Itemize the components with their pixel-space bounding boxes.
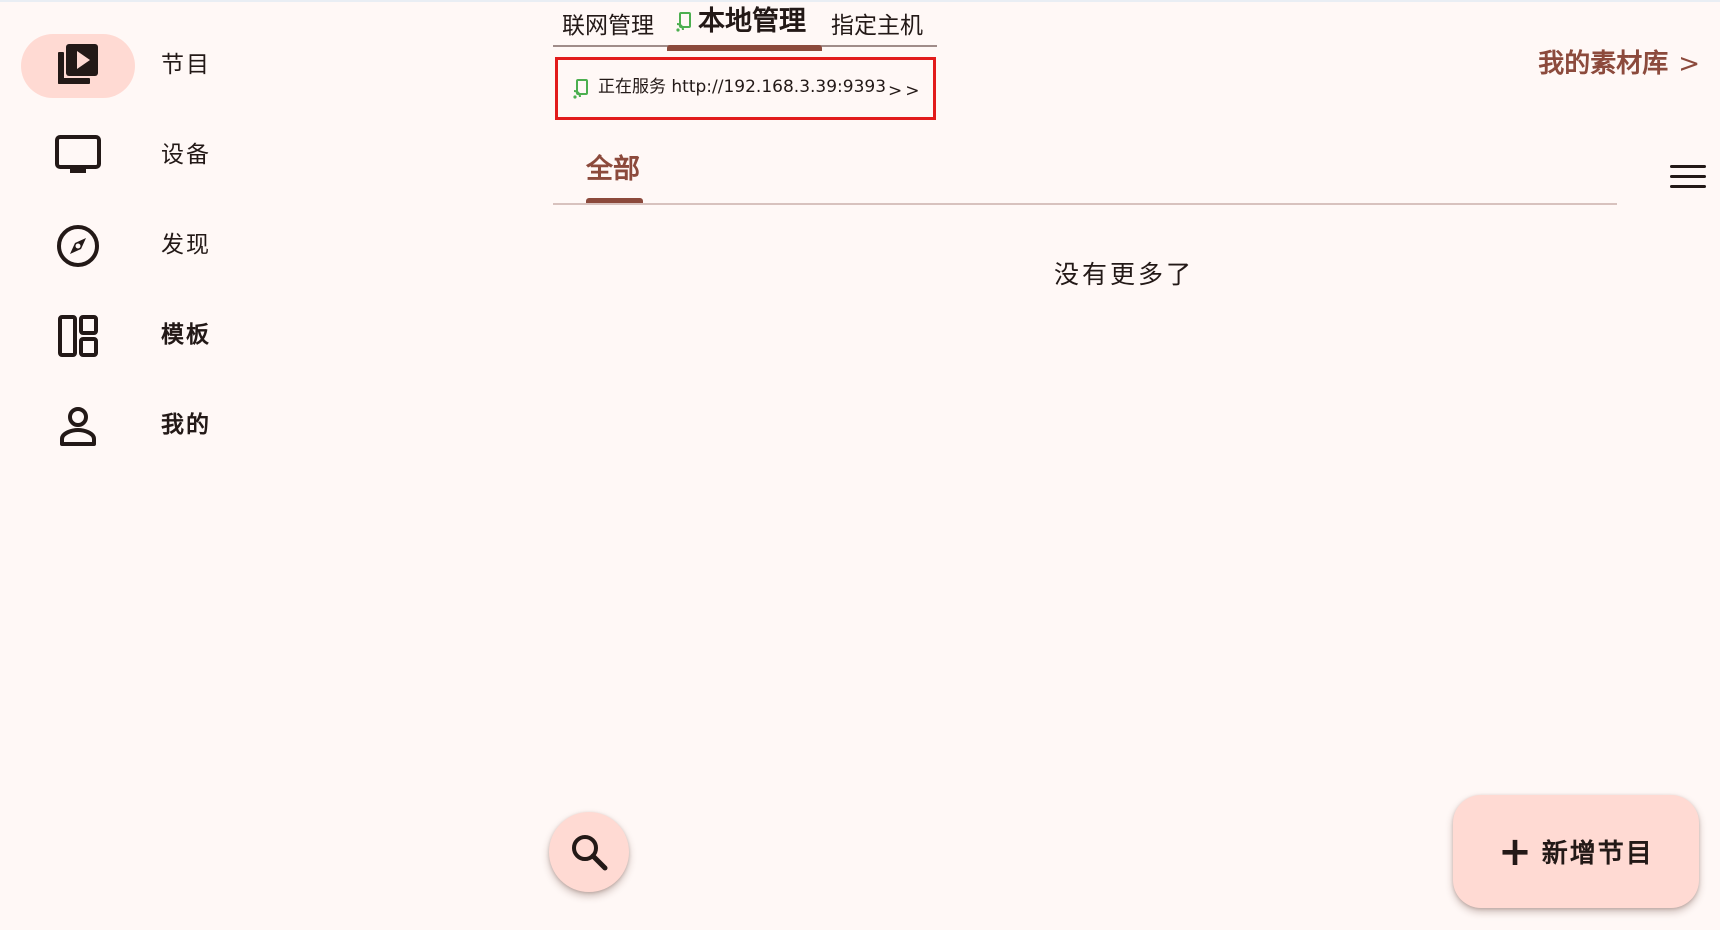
my-library-label: 我的素材库 — [1538, 49, 1669, 79]
add-program-button[interactable]: + 新增节目 — [1453, 795, 1699, 908]
nav-item-templates[interactable]: 模板 — [0, 302, 300, 372]
add-program-label: 新增节目 — [1541, 839, 1654, 869]
nav-label-discover: 发现 — [161, 232, 211, 258]
category-tab-all[interactable]: 全部 — [586, 152, 640, 188]
cast-icon — [573, 79, 588, 99]
nav-icon-holder — [21, 304, 135, 368]
dashboard-layout-icon — [58, 315, 98, 357]
top-tab-indicator — [667, 45, 822, 51]
nav-icon-holder — [21, 394, 135, 458]
plus-icon: + — [1498, 828, 1532, 875]
nav-label-templates: 模板 — [161, 322, 211, 348]
nav-icon-holder — [21, 214, 135, 278]
chevron-right-icon: > — [1678, 49, 1700, 79]
person-icon — [60, 407, 96, 446]
nav-icon-holder — [21, 124, 135, 188]
compass-icon — [57, 225, 99, 267]
service-url: http://192.168.3.39:9393 — [671, 77, 887, 97]
service-status-label: 正在服务 — [598, 77, 666, 97]
cast-icon — [676, 12, 691, 32]
nav-item-devices[interactable]: 设备 — [0, 122, 300, 192]
monitor-icon — [55, 135, 101, 173]
nav-label-mine: 我的 — [161, 412, 211, 438]
video-library-icon — [58, 44, 98, 84]
my-library-link[interactable]: 我的素材库 > — [1538, 46, 1700, 82]
app-window: 节目 设备 发现 模板 我的 联网管理 本地管理 指定主机 正在服务 http:… — [0, 0, 1720, 930]
tab-local-management[interactable]: 本地管理 — [676, 5, 806, 39]
tab-specified-host[interactable]: 指定主机 — [831, 9, 923, 43]
menu-icon[interactable] — [1668, 159, 1708, 195]
nav-indicator — [21, 34, 135, 98]
nav-item-mine[interactable]: 我的 — [0, 392, 300, 462]
category-tabs-divider — [553, 203, 1617, 205]
nav-item-discover[interactable]: 发现 — [0, 212, 300, 282]
empty-state-text: 没有更多了 — [1054, 260, 1195, 289]
service-status-text: 正在服务 http://192.168.3.39:9393 — [598, 76, 886, 98]
tab-online-management[interactable]: 联网管理 — [562, 9, 654, 43]
service-status-banner[interactable]: 正在服务 http://192.168.3.39:9393 >> — [555, 57, 936, 120]
service-more-arrow[interactable]: >> — [888, 80, 923, 102]
search-fab[interactable] — [549, 812, 629, 892]
nav-label-devices: 设备 — [161, 142, 211, 168]
nav-label-programs: 节目 — [161, 52, 211, 78]
tab-local-management-label: 本地管理 — [698, 6, 806, 37]
search-icon — [572, 835, 608, 871]
nav-item-programs[interactable]: 节目 — [0, 32, 300, 102]
